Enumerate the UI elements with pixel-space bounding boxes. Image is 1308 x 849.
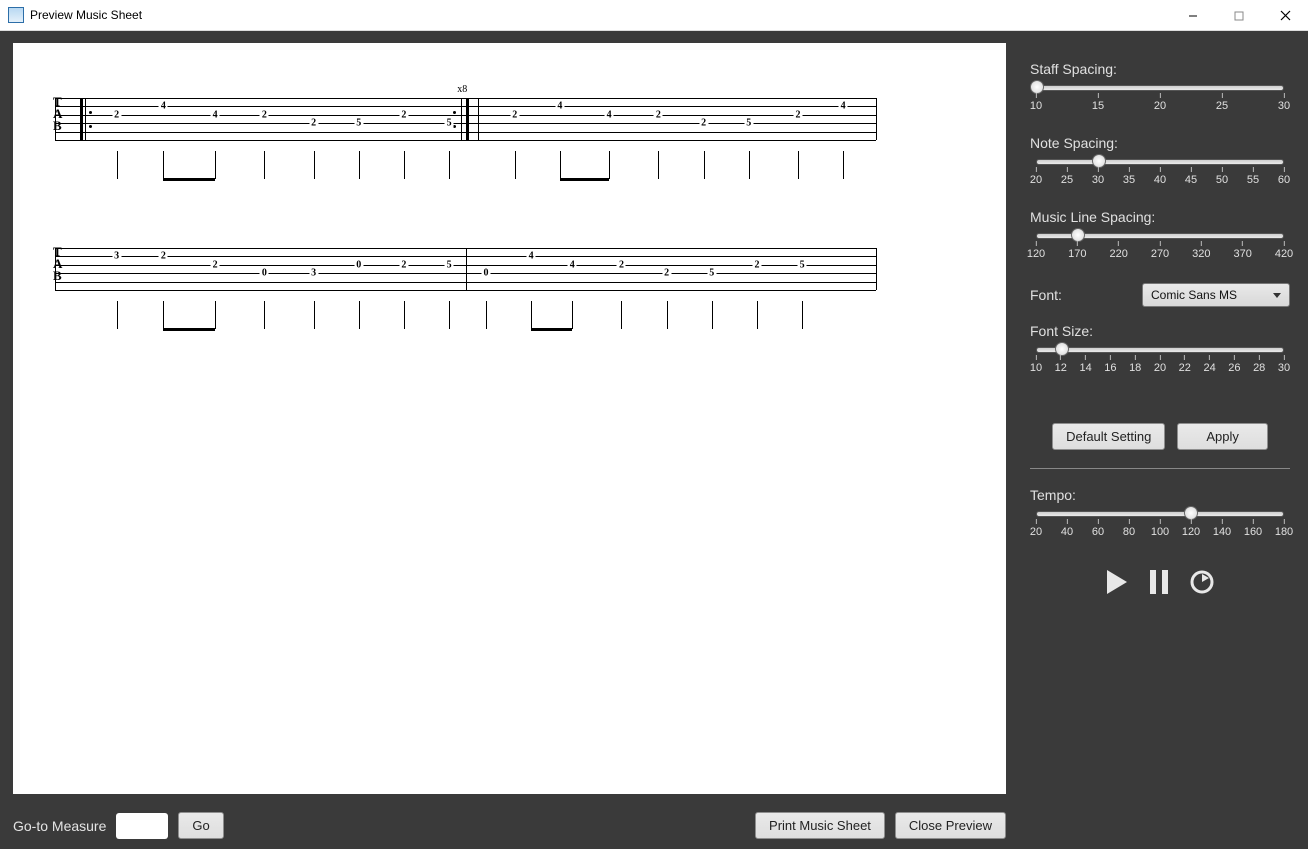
- apply-button[interactable]: Apply: [1177, 423, 1268, 450]
- tempo-control: Tempo: 20406080100120140160180: [1030, 487, 1290, 543]
- music-sheet-preview: TABx82442252524422524TAB3220302504422525: [13, 43, 1006, 794]
- goto-measure-label: Go-to Measure: [13, 818, 106, 834]
- settings-panel: Staff Spacing: 1015202530 Note Spacing: …: [1018, 31, 1308, 849]
- note-spacing-label: Note Spacing:: [1030, 135, 1290, 151]
- font-label: Font:: [1030, 287, 1062, 303]
- note-spacing-slider[interactable]: [1036, 159, 1284, 165]
- titlebar: Preview Music Sheet: [0, 0, 1308, 31]
- pause-icon: [1149, 569, 1169, 595]
- staff-spacing-control: Staff Spacing: 1015202530: [1030, 61, 1290, 117]
- goto-measure-input[interactable]: [116, 813, 168, 839]
- staff-spacing-slider[interactable]: [1036, 85, 1284, 91]
- close-button[interactable]: [1262, 0, 1308, 31]
- font-select-value: Comic Sans MS: [1151, 288, 1237, 302]
- font-size-slider[interactable]: [1036, 347, 1284, 353]
- music-line-spacing-label: Music Line Spacing:: [1030, 209, 1290, 225]
- font-size-control: Font Size: 1012141618202224262830: [1030, 323, 1290, 379]
- divider: [1030, 468, 1290, 469]
- staff-spacing-label: Staff Spacing:: [1030, 61, 1290, 77]
- note-spacing-control: Note Spacing: 202530354045505560: [1030, 135, 1290, 191]
- music-line-spacing-slider[interactable]: [1036, 233, 1284, 239]
- default-setting-button[interactable]: Default Setting: [1052, 423, 1165, 450]
- font-select[interactable]: Comic Sans MS: [1142, 283, 1290, 307]
- tempo-slider[interactable]: [1036, 511, 1284, 517]
- music-line-spacing-control: Music Line Spacing: 12017022027032037042…: [1030, 209, 1290, 265]
- print-button[interactable]: Print Music Sheet: [755, 812, 885, 839]
- tempo-label: Tempo:: [1030, 487, 1290, 503]
- maximize-button[interactable]: [1216, 0, 1262, 31]
- window-controls: [1170, 0, 1308, 30]
- play-button[interactable]: [1105, 569, 1129, 598]
- app-icon: [8, 7, 24, 23]
- loop-button[interactable]: [1189, 569, 1215, 598]
- go-button[interactable]: Go: [178, 812, 223, 839]
- loop-icon: [1189, 569, 1215, 595]
- minimize-button[interactable]: [1170, 0, 1216, 31]
- window-title: Preview Music Sheet: [30, 8, 1170, 22]
- font-size-label: Font Size:: [1030, 323, 1290, 339]
- pause-button[interactable]: [1149, 569, 1169, 598]
- close-preview-button[interactable]: Close Preview: [895, 812, 1006, 839]
- play-icon: [1105, 569, 1129, 595]
